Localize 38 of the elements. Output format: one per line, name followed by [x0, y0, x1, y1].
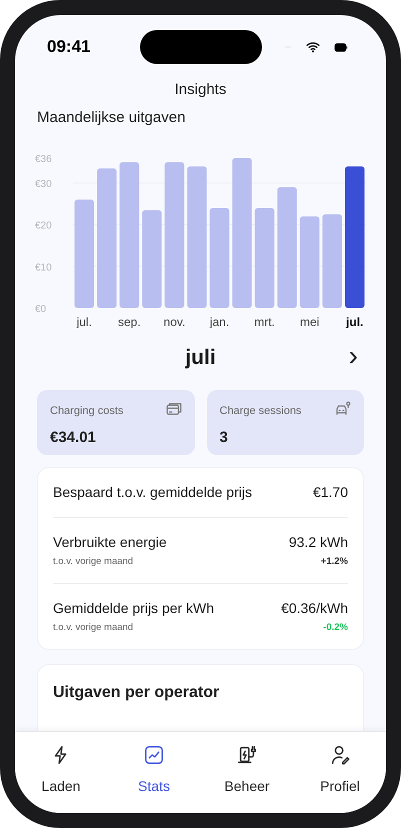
next-month-button[interactable]: › [348, 342, 358, 374]
x-axis-label: mrt. [254, 314, 275, 328]
car-icon [334, 400, 352, 418]
tab-button[interactable]: Laden [21, 744, 101, 813]
card-label: Charge sessions [220, 404, 302, 418]
user-icon [329, 744, 351, 766]
x-axis-label: mei [300, 314, 320, 328]
wifi-icon [304, 40, 322, 54]
charger-icon [236, 744, 258, 766]
y-axis-label: €10 [35, 262, 52, 273]
stat-sublabel: t.o.v. vorige maand [53, 554, 134, 568]
stat-value: 93.2 kWh [288, 532, 348, 552]
card-value: €34.01 [50, 428, 96, 448]
section-title: Maandelijkse uitgaven [37, 108, 186, 128]
stat-sublabel: t.o.v. vorige maand [53, 620, 134, 635]
status-time: 09:41 [47, 36, 92, 58]
stat-label: Gemiddelde prijs per kWh [53, 598, 214, 618]
y-axis-label: €20 [35, 220, 52, 232]
tab-button[interactable]: Profiel [300, 744, 380, 813]
card-label: Charging costs [50, 404, 124, 418]
card-value: 3 [220, 428, 228, 448]
stat-change: +1.2% [320, 554, 348, 568]
stat-value: €1.70 [312, 482, 348, 502]
stat-label: Bespaard t.o.v. gemiddelde prijs [53, 482, 252, 502]
stat-value: €0.36/kWh [281, 598, 348, 618]
tab-button[interactable]: Stats [114, 744, 194, 813]
chart-bar[interactable] [344, 166, 364, 308]
tab-button[interactable]: Beheer [207, 744, 287, 813]
stat-change: -0.2% [323, 620, 348, 635]
page-title: Insights [174, 80, 228, 100]
x-axis-label: nov. [164, 314, 186, 328]
operator-title: Uitgaven per operator [53, 683, 220, 703]
y-axis-label: €36 [35, 154, 52, 164]
chart-icon [143, 744, 165, 766]
y-axis-label: €30 [35, 178, 52, 190]
month-label: juli [185, 344, 216, 371]
stat-label: Verbruikte energie [53, 532, 167, 552]
y-axis-label: €0 [35, 304, 46, 314]
